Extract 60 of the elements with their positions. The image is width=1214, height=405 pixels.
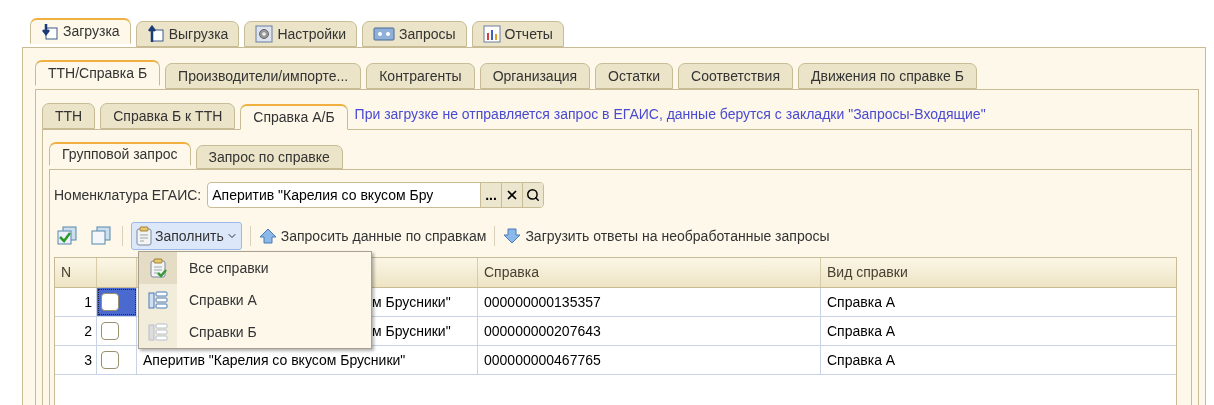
tab[interactable]: Выгрузка	[135, 21, 240, 47]
menu-item[interactable]: Все справки	[139, 252, 371, 284]
tab[interactable]: Производители/импорте...	[165, 63, 362, 89]
tab[interactable]: Настройки	[244, 21, 358, 47]
download-arrow-icon	[41, 22, 59, 41]
search-icon	[525, 188, 540, 202]
table-cell-text: Справка А	[827, 321, 896, 341]
tab[interactable]: Групповой запрос	[49, 142, 191, 166]
table-cell-text: Справка А	[827, 292, 896, 312]
table-cell-text: 000000000135357	[484, 292, 601, 312]
check-all-button[interactable]	[54, 226, 80, 246]
list-icon	[148, 290, 168, 310]
list-icon	[148, 322, 168, 342]
arrow-up-icon	[258, 228, 277, 244]
clipboard-icon	[135, 226, 153, 246]
table-cell-text: м Брусники"	[372, 321, 451, 341]
checkbox[interactable]	[101, 351, 119, 369]
clear-button[interactable]	[500, 183, 522, 207]
table-cell-text: м Брусники"	[372, 292, 451, 312]
upload-arrow-icon	[146, 25, 165, 43]
tab[interactable]: ТТН	[42, 103, 96, 129]
tab[interactable]: Запрос по справке	[195, 145, 343, 169]
tab[interactable]: Загрузка	[30, 18, 131, 44]
gear-icon	[255, 25, 274, 43]
nomenclature-field[interactable]: Аперитив "Карелия со вкусом Бру ...	[207, 182, 544, 208]
column-header: N	[55, 258, 97, 287]
tab[interactable]: Остатки	[595, 63, 674, 89]
tab[interactable]: ТТН/Справка Б	[35, 60, 161, 86]
menu-item[interactable]: Справки Б	[139, 316, 371, 348]
table-cell-text: 000000000467765	[484, 350, 601, 370]
tab[interactable]: Контрагенты	[366, 63, 475, 89]
tab[interactable]: Организация	[479, 63, 591, 89]
fill-button[interactable]: Заполнить	[131, 222, 242, 250]
tab[interactable]: Отчеты	[471, 21, 564, 47]
request-button[interactable]: Запросить данные по справкам	[258, 225, 487, 247]
checkbox[interactable]	[101, 322, 119, 340]
tab[interactable]: Справка Б к ТТН	[100, 103, 236, 129]
search-button[interactable]	[521, 183, 543, 207]
table-cell-text: Аперитив "Карелия со вкусом Брусники"	[143, 350, 406, 370]
column-header: Вид справки	[826, 263, 909, 282]
table-cell-text: 000000000207643	[484, 321, 601, 341]
tab[interactable]: Запросы	[362, 21, 467, 47]
cassette-icon	[373, 26, 396, 42]
choose-button[interactable]: ...	[480, 183, 501, 207]
clipboard-check-icon	[149, 258, 167, 278]
table-cell-text: Справка А	[827, 350, 896, 370]
row-number: 2	[55, 317, 97, 345]
column-header: Справка	[478, 258, 821, 287]
tab[interactable]: Движения по справке Б	[797, 63, 977, 89]
row-number: 3	[55, 346, 97, 374]
uncheck-all-button[interactable]	[88, 226, 114, 246]
arrow-down-icon	[503, 228, 522, 244]
load-button[interactable]: Загрузить ответы на необработанные запросы	[503, 225, 830, 247]
tab[interactable]: Соответствия	[678, 63, 793, 89]
menu-item[interactable]: Справки А	[139, 284, 371, 316]
field-label: Номенклатура ЕГАИС:	[54, 185, 202, 205]
checkbox[interactable]	[101, 293, 119, 311]
info-text: При загрузке не отправляется запрос в ЕГАИС, данные берутся с закладки "Запросы-Входящие"	[354, 105, 986, 124]
tab[interactable]: Справка А/Б	[240, 104, 348, 130]
bar-chart-icon	[482, 25, 501, 43]
